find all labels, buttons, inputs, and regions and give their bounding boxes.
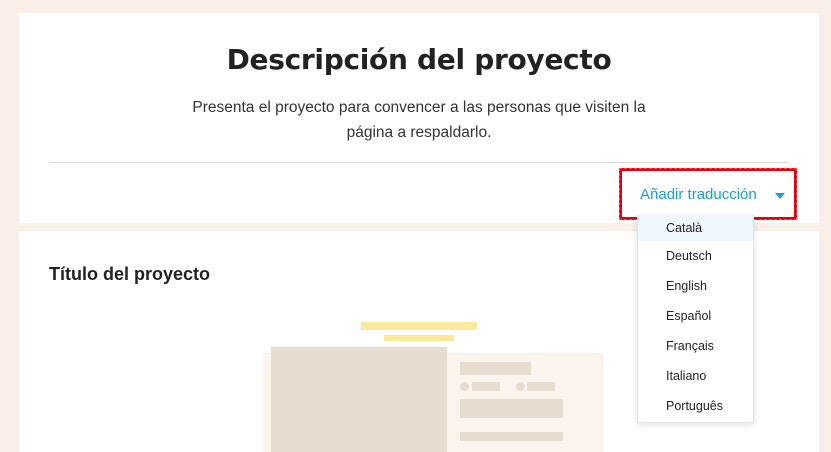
divider [49,162,789,163]
translation-language-menu: Català Deutsch English Español Français … [637,215,754,423]
placeholder-illustration [263,322,603,452]
page-title: Descripción del proyecto [226,43,612,76]
language-option-catala[interactable]: Català [638,215,753,241]
language-option-english[interactable]: English [638,271,753,301]
add-translation-label: Añadir traducción [640,185,757,203]
section-title: Título del proyecto [49,264,211,284]
language-option-espanol[interactable]: Español [638,301,753,331]
project-description-card: Descripción del proyecto Presenta el pro… [19,13,819,223]
caret-down-icon[interactable] [775,193,785,199]
language-option-deutsch[interactable]: Deutsch [638,241,753,271]
page-subtitle: Presenta el proyecto para convencer a la… [192,99,646,141]
language-option-francais[interactable]: Français [638,331,753,361]
add-translation-button[interactable]: Añadir traducción [619,168,797,220]
language-option-italiano[interactable]: Italiano [638,361,753,391]
language-option-portugues[interactable]: Português [638,391,753,421]
